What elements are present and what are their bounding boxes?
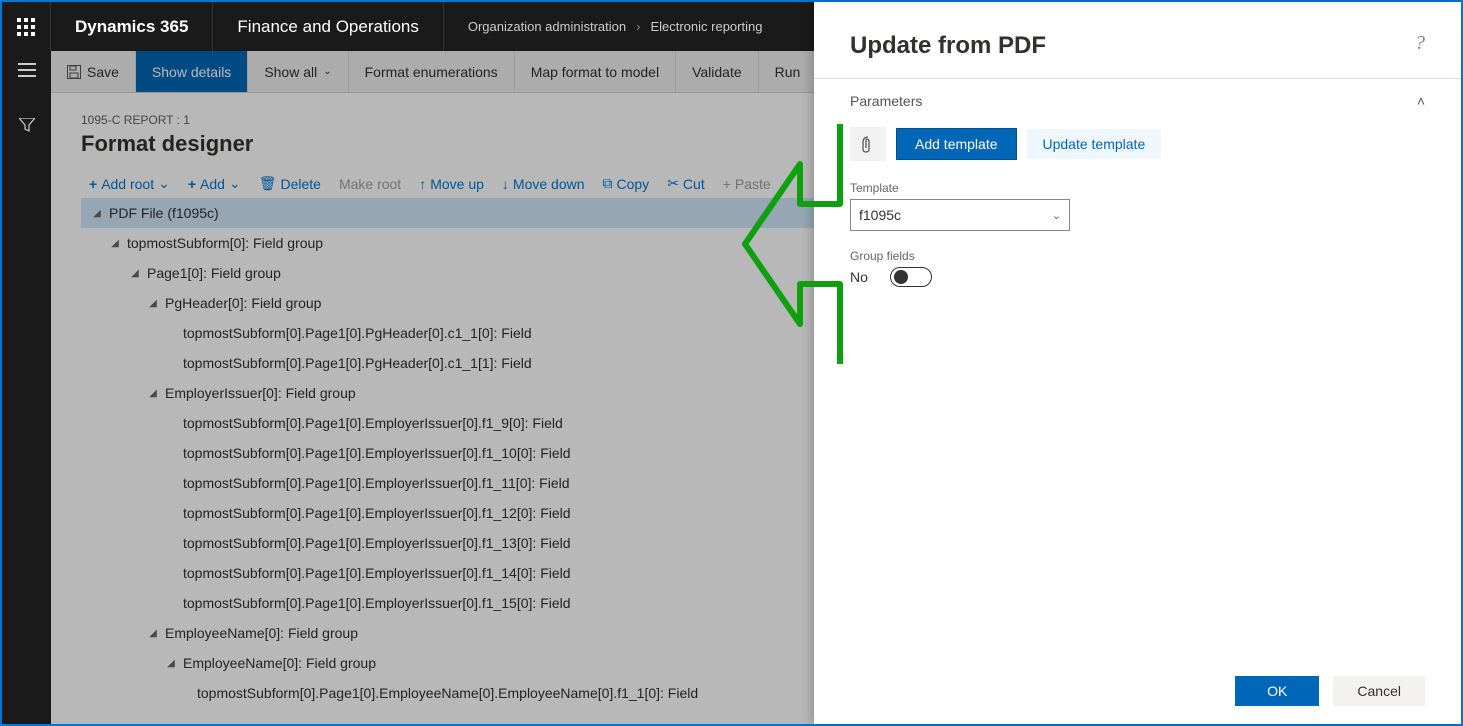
add-root-button[interactable]: +Add root ⌄: [89, 175, 170, 192]
move-down-button[interactable]: ↓Move down: [502, 176, 585, 192]
expander-icon[interactable]: ◢: [147, 387, 159, 399]
breadcrumb: Organization administration › Electronic…: [444, 2, 787, 51]
expander-icon[interactable]: ◢: [109, 237, 121, 249]
chevron-up-icon: ˄: [1417, 93, 1425, 109]
template-label: Template: [850, 181, 1425, 195]
hamburger-icon[interactable]: [18, 63, 36, 80]
chevron-down-icon: ⌄: [158, 175, 170, 192]
parameters-section-header[interactable]: Parameters ˄: [850, 93, 1425, 127]
template-select[interactable]: f1095c ⌄: [850, 199, 1070, 231]
run-button[interactable]: Run: [759, 51, 818, 92]
plus-icon: +: [89, 176, 97, 192]
show-all-button[interactable]: Show all ⌄: [248, 51, 348, 92]
add-button[interactable]: +Add ⌄: [188, 175, 241, 192]
validate-button[interactable]: Validate: [676, 51, 759, 92]
group-fields-label: Group fields: [850, 249, 1425, 263]
move-up-button[interactable]: ↑Move up: [419, 176, 484, 192]
module-label[interactable]: Finance and Operations: [213, 2, 443, 51]
trash-icon: 🗑: [259, 175, 277, 192]
chevron-down-icon: ⌄: [229, 175, 241, 192]
make-root-button: Make root: [339, 176, 401, 192]
filter-icon[interactable]: [19, 118, 35, 135]
map-format-button[interactable]: Map format to model: [515, 51, 676, 92]
paste-button: +Paste: [723, 176, 771, 192]
breadcrumb-item[interactable]: Electronic reporting: [650, 19, 762, 34]
copy-icon: ⧉: [603, 175, 613, 192]
ok-button[interactable]: OK: [1235, 676, 1319, 706]
group-fields-toggle[interactable]: [890, 267, 932, 287]
format-enumerations-button[interactable]: Format enumerations: [349, 51, 515, 92]
cut-icon: ✂: [667, 175, 679, 192]
help-icon[interactable]: ?: [1415, 32, 1425, 55]
copy-button[interactable]: ⧉Copy: [603, 175, 650, 192]
expander-icon[interactable]: ◢: [147, 627, 159, 639]
chevron-down-icon: ⌄: [323, 66, 331, 77]
group-fields-value: No: [850, 269, 874, 285]
plus-icon: +: [723, 176, 731, 192]
waffle-icon[interactable]: [2, 2, 51, 51]
show-all-label: Show all: [264, 64, 317, 80]
chevron-down-icon: ⌄: [1052, 209, 1061, 222]
save-button[interactable]: Save: [51, 51, 136, 92]
left-rail: [2, 51, 51, 724]
add-template-button[interactable]: Add template: [896, 128, 1017, 160]
cut-button[interactable]: ✂Cut: [667, 175, 705, 192]
show-details-button[interactable]: Show details: [136, 51, 248, 92]
save-label: Save: [87, 64, 119, 80]
breadcrumb-item[interactable]: Organization administration: [468, 19, 626, 34]
chevron-right-icon: ›: [636, 19, 640, 34]
expander-icon[interactable]: ◢: [165, 657, 177, 669]
update-template-button[interactable]: Update template: [1027, 129, 1162, 159]
update-from-pdf-panel: Update from PDF ? Parameters ˄ Add templ…: [814, 2, 1461, 724]
attachment-button[interactable]: [850, 127, 886, 161]
cancel-button[interactable]: Cancel: [1333, 676, 1425, 706]
delete-button[interactable]: 🗑Delete: [259, 175, 321, 192]
arrow-down-icon: ↓: [502, 176, 509, 192]
expander-icon[interactable]: ◢: [147, 297, 159, 309]
plus-icon: +: [188, 176, 196, 192]
expander-icon[interactable]: ◢: [91, 207, 103, 219]
brand-label[interactable]: Dynamics 365: [51, 2, 213, 51]
panel-title: Update from PDF: [850, 32, 1046, 60]
arrow-up-icon: ↑: [419, 176, 426, 192]
expander-icon[interactable]: ◢: [129, 267, 141, 279]
